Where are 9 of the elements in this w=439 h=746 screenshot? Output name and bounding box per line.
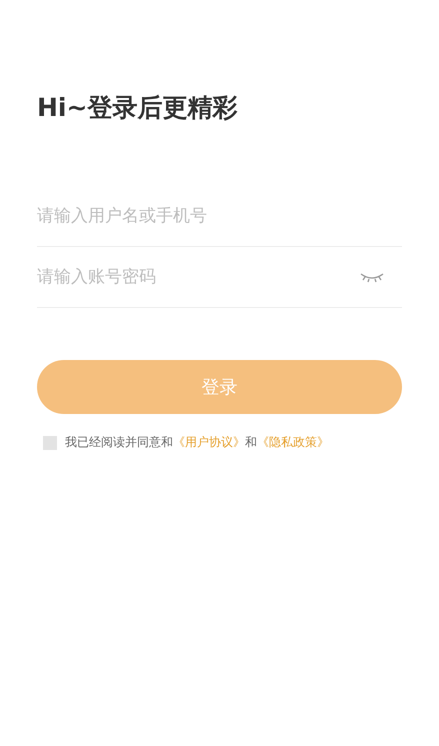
password-field[interactable]: 请输入账号密码 [37, 257, 360, 297]
page-title: Hi~登录后更精彩 [37, 92, 238, 124]
policy-link[interactable]: 《用户协议》 [173, 435, 245, 449]
policy-link[interactable]: 《隐私政策》 [257, 435, 329, 449]
username-field[interactable]: 请输入用户名或手机号 [37, 196, 402, 236]
login-button[interactable]: 登录 [37, 360, 402, 414]
agreement-checkbox[interactable] [43, 436, 57, 450]
closed-eye-icon[interactable] [360, 271, 384, 283]
agreement-text: 我已经阅读并同意和《用户协议》和《隐私政策》 [65, 434, 329, 451]
